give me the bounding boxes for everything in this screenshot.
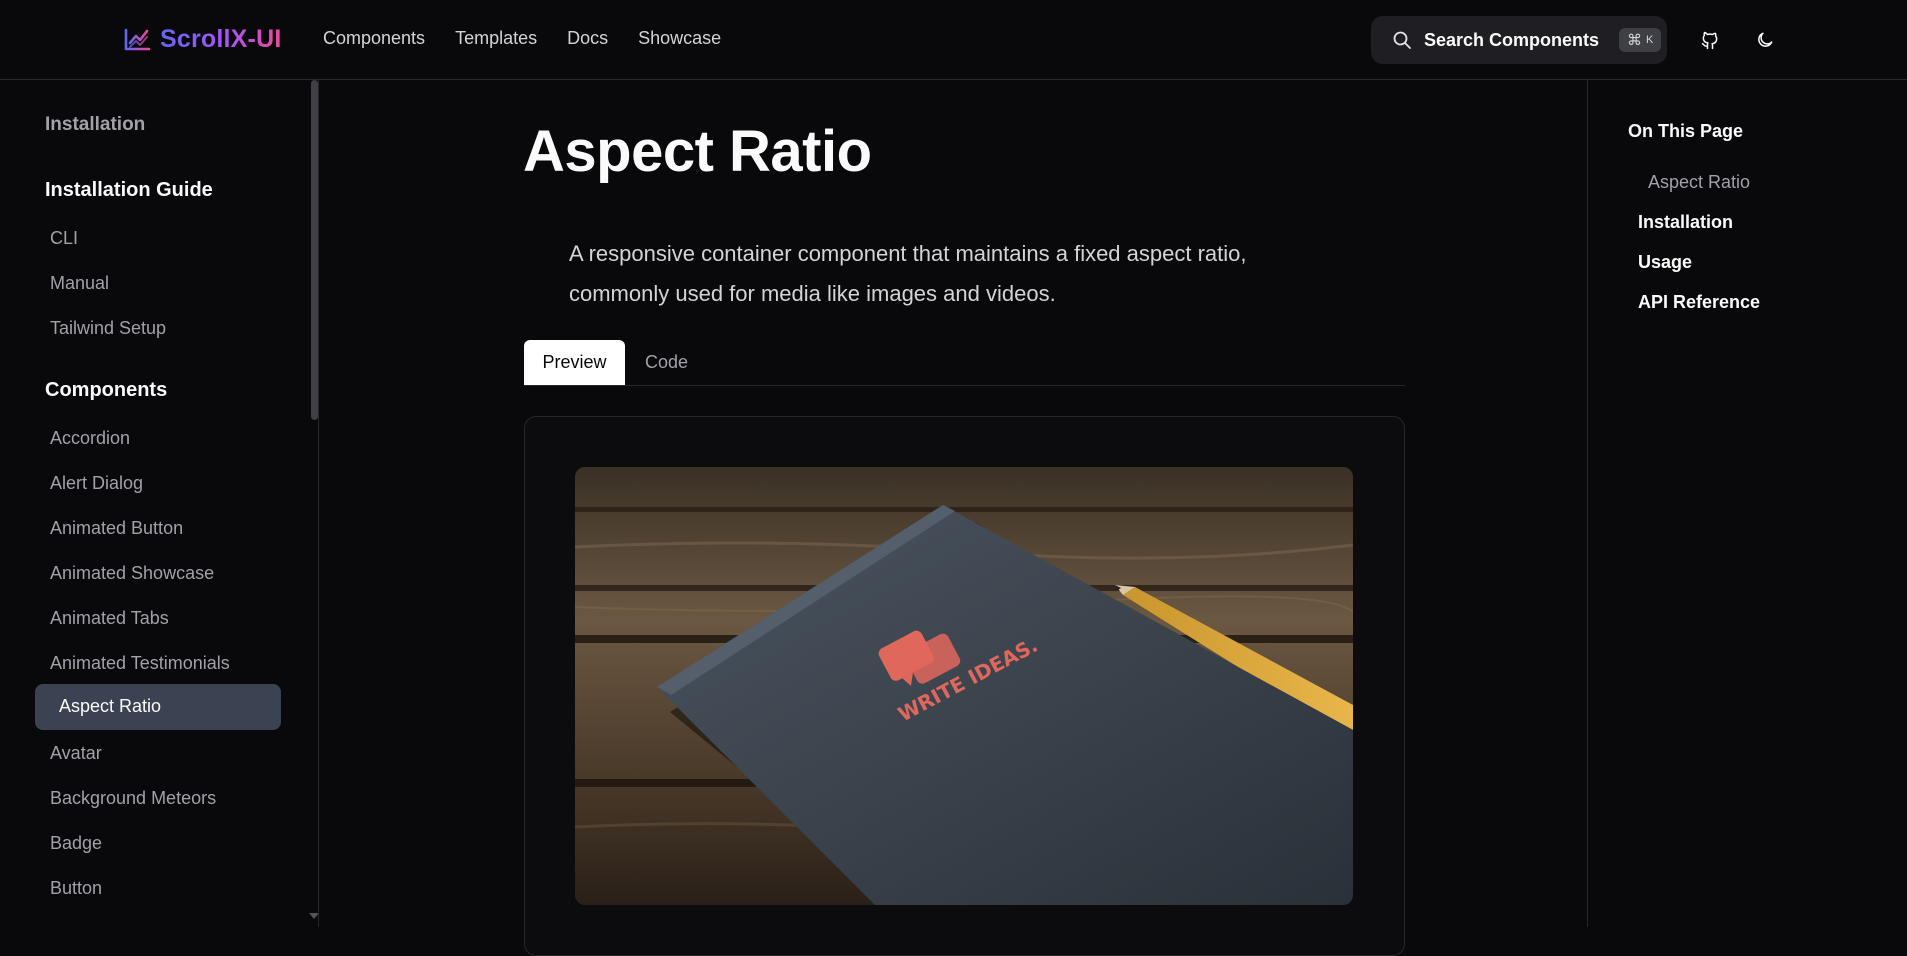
toc-item-usage[interactable]: Usage (1638, 252, 1692, 273)
nav-docs[interactable]: Docs (567, 28, 608, 49)
logo-text: ScrollX-UI (160, 24, 282, 53)
nav-templates[interactable]: Templates (455, 28, 537, 49)
shortcut-key: K (1646, 34, 1654, 46)
sidebar-link-installation[interactable]: Installation (45, 114, 145, 136)
github-button[interactable] (1696, 26, 1724, 54)
sidebar-item-tailwind-setup[interactable]: Tailwind Setup (50, 318, 166, 339)
toc-item-aspect-ratio[interactable]: Aspect Ratio (1648, 172, 1750, 193)
trend-chart-icon (124, 28, 151, 51)
search-button[interactable]: Search Components ⌘ K (1371, 16, 1667, 64)
toc-item-installation[interactable]: Installation (1638, 212, 1733, 233)
toc-title: On This Page (1628, 121, 1744, 141)
search-icon (1393, 31, 1411, 49)
toc-item-api-reference[interactable]: API Reference (1638, 292, 1760, 313)
theme-toggle-button[interactable] (1751, 26, 1779, 54)
sidebar-item-accordion[interactable]: Accordion (50, 428, 130, 449)
nav-components[interactable]: Components (323, 28, 425, 49)
sidebar-heading-installation-guide: Installation Guide (45, 179, 213, 201)
main-nav: Components Templates Docs Showcase (323, 28, 721, 49)
tab-code[interactable]: Code (645, 352, 688, 373)
page-description: A responsive container component that ma… (569, 241, 1247, 306)
scroll-down-arrow-icon[interactable] (309, 913, 318, 919)
keyboard-shortcut: ⌘ K (1619, 28, 1662, 52)
sidebar-item-aspect-ratio[interactable]: Aspect Ratio (35, 684, 281, 730)
tab-preview[interactable]: Preview (524, 340, 625, 385)
sidebar-item-label: Aspect Ratio (59, 696, 162, 716)
moon-icon (1758, 32, 1773, 47)
toc-divider (1587, 80, 1588, 927)
command-key-symbol: ⌘ (1627, 32, 1643, 49)
preview-code-tabs: Preview Code (524, 340, 1405, 386)
docs-sidebar: Installation Installation Guide CLI Manu… (0, 80, 319, 927)
sidebar-item-animated-showcase[interactable]: Animated Showcase (50, 563, 214, 584)
sidebar-item-avatar[interactable]: Avatar (50, 743, 102, 764)
sidebar-item-cli[interactable]: CLI (50, 228, 78, 249)
nav-showcase[interactable]: Showcase (638, 28, 721, 49)
search-label: Search Components (1424, 29, 1600, 50)
sidebar-item-button[interactable]: Button (50, 878, 102, 899)
sidebar-item-alert-dialog[interactable]: Alert Dialog (50, 473, 143, 494)
sidebar-heading-components: Components (45, 379, 168, 401)
sidebar-item-animated-button[interactable]: Animated Button (50, 518, 183, 539)
sidebar-item-animated-tabs[interactable]: Animated Tabs (50, 608, 169, 629)
page-title: Aspect Ratio (523, 119, 872, 184)
sidebar-scrollbar[interactable] (311, 80, 318, 420)
sidebar-item-manual[interactable]: Manual (50, 273, 109, 294)
github-icon (1701, 31, 1718, 50)
aspect-ratio-preview-image: WRITE IDEAS. (575, 467, 1353, 905)
top-header: ScrollX-UI Components Templates Docs Sho… (0, 0, 1907, 80)
logo[interactable]: ScrollX-UI (122, 24, 281, 54)
sidebar-item-badge[interactable]: Badge (50, 833, 102, 854)
sidebar-item-animated-testimonials[interactable]: Animated Testimonials (50, 653, 230, 674)
sidebar-item-background-meteors[interactable]: Background Meteors (50, 788, 216, 809)
